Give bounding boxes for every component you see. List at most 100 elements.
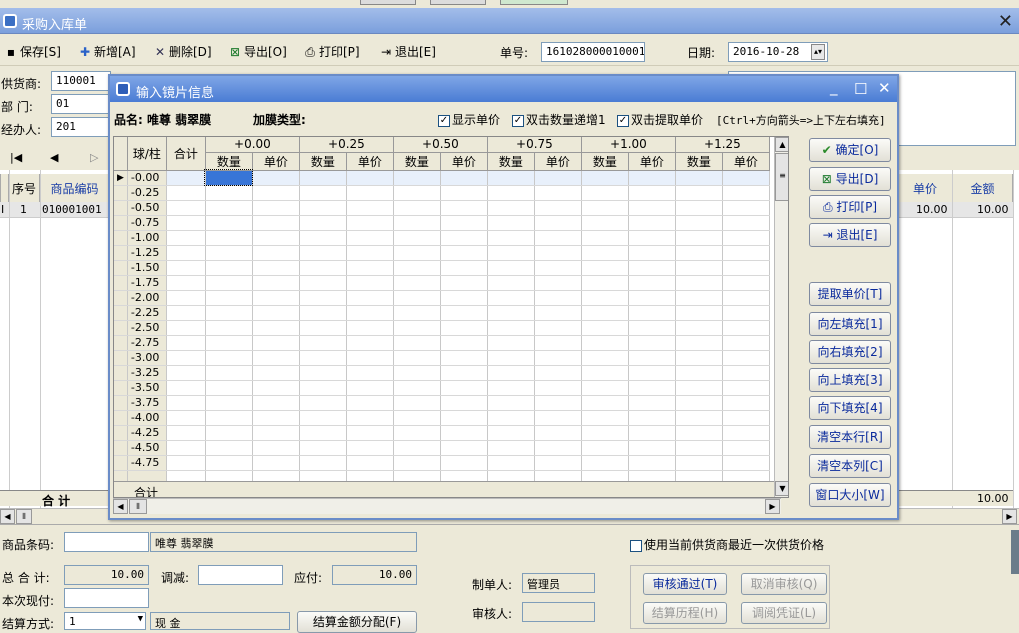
barcode-field[interactable] bbox=[64, 532, 149, 552]
qty-cell[interactable] bbox=[299, 290, 347, 306]
qty-cell[interactable] bbox=[487, 230, 535, 246]
price-cell[interactable] bbox=[252, 395, 300, 411]
price-cell[interactable] bbox=[722, 410, 770, 426]
price-cell[interactable] bbox=[722, 365, 770, 381]
price-cell[interactable] bbox=[346, 350, 394, 366]
price-cell[interactable] bbox=[628, 245, 676, 261]
qty-cell[interactable] bbox=[393, 290, 441, 306]
qty-cell[interactable] bbox=[299, 350, 347, 366]
price-cell[interactable] bbox=[722, 350, 770, 366]
qty-cell[interactable] bbox=[581, 395, 629, 411]
price-cell[interactable] bbox=[628, 365, 676, 381]
price-cell[interactable] bbox=[628, 275, 676, 291]
price-cell[interactable] bbox=[440, 395, 488, 411]
qty-cell[interactable] bbox=[675, 215, 723, 231]
price-cell[interactable] bbox=[722, 200, 770, 216]
minimize-icon[interactable]: _ bbox=[830, 78, 838, 96]
price-cell[interactable] bbox=[346, 440, 394, 456]
price-cell[interactable] bbox=[252, 215, 300, 231]
qty-cell[interactable] bbox=[299, 230, 347, 246]
qty-cell[interactable] bbox=[675, 365, 723, 381]
price-cell[interactable] bbox=[346, 335, 394, 351]
price-cell[interactable] bbox=[534, 425, 582, 441]
qty-cell[interactable] bbox=[393, 350, 441, 366]
price-cell[interactable] bbox=[252, 245, 300, 261]
price-cell[interactable] bbox=[628, 185, 676, 201]
price-cell[interactable] bbox=[346, 200, 394, 216]
qty-cell[interactable] bbox=[299, 395, 347, 411]
qty-cell[interactable] bbox=[393, 245, 441, 261]
qty-cell[interactable] bbox=[393, 185, 441, 201]
fill-up-button[interactable]: 向上填充[3] bbox=[809, 368, 891, 392]
qty-cell[interactable] bbox=[393, 215, 441, 231]
qty-cell[interactable] bbox=[299, 215, 347, 231]
price-cell[interactable] bbox=[722, 320, 770, 336]
price-cell[interactable] bbox=[252, 350, 300, 366]
scroll-thumb[interactable]: ⦀ bbox=[129, 499, 147, 514]
price-cell[interactable] bbox=[440, 260, 488, 276]
qty-cell[interactable] bbox=[675, 230, 723, 246]
order-no-field[interactable]: 161028000010001 bbox=[541, 42, 645, 62]
qty-cell[interactable] bbox=[581, 410, 629, 426]
dialog-print-button[interactable]: ⎙ 打印[P] bbox=[809, 195, 891, 219]
scroll-right-icon[interactable]: ▶ bbox=[765, 499, 780, 514]
qty-cell[interactable] bbox=[393, 200, 441, 216]
qty-cell[interactable] bbox=[581, 290, 629, 306]
qty-cell[interactable] bbox=[393, 275, 441, 291]
price-cell[interactable] bbox=[534, 335, 582, 351]
qty-cell[interactable] bbox=[205, 365, 253, 381]
qty-cell[interactable] bbox=[581, 260, 629, 276]
price-cell[interactable] bbox=[722, 425, 770, 441]
show-price-checkbox[interactable]: ✓ 显示单价 bbox=[438, 111, 500, 128]
price-cell[interactable] bbox=[252, 230, 300, 246]
price-cell[interactable] bbox=[722, 245, 770, 261]
price-cell[interactable] bbox=[628, 260, 676, 276]
price-cell[interactable] bbox=[346, 230, 394, 246]
qty-cell[interactable] bbox=[487, 380, 535, 396]
qty-cell[interactable] bbox=[299, 260, 347, 276]
qty-cell[interactable] bbox=[487, 440, 535, 456]
qty-cell[interactable] bbox=[487, 215, 535, 231]
scroll-thumb[interactable]: ⦀ bbox=[16, 509, 32, 524]
qty-cell[interactable] bbox=[393, 425, 441, 441]
qty-cell[interactable] bbox=[581, 185, 629, 201]
price-cell[interactable] bbox=[346, 425, 394, 441]
close-icon[interactable]: ✕ bbox=[878, 79, 891, 97]
qty-cell[interactable] bbox=[205, 320, 253, 336]
price-cell[interactable] bbox=[722, 230, 770, 246]
qty-cell[interactable] bbox=[581, 215, 629, 231]
qty-cell[interactable] bbox=[205, 380, 253, 396]
qty-cell[interactable] bbox=[487, 290, 535, 306]
supplier-field[interactable]: 110001 bbox=[51, 71, 111, 91]
qty-cell[interactable] bbox=[205, 440, 253, 456]
qty-cell[interactable] bbox=[581, 455, 629, 471]
qty-cell[interactable] bbox=[487, 350, 535, 366]
qty-cell[interactable] bbox=[487, 200, 535, 216]
price-cell[interactable] bbox=[252, 185, 300, 201]
price-cell[interactable] bbox=[440, 230, 488, 246]
price-cell[interactable] bbox=[252, 440, 300, 456]
price-cell[interactable] bbox=[628, 335, 676, 351]
price-cell[interactable] bbox=[534, 215, 582, 231]
qty-cell[interactable] bbox=[487, 410, 535, 426]
qty-cell[interactable] bbox=[205, 425, 253, 441]
qty-cell[interactable] bbox=[393, 170, 441, 186]
qty-cell[interactable] bbox=[675, 275, 723, 291]
qty-cell[interactable] bbox=[675, 440, 723, 456]
qty-cell[interactable] bbox=[487, 185, 535, 201]
price-cell[interactable] bbox=[534, 395, 582, 411]
qty-cell[interactable] bbox=[393, 380, 441, 396]
prev-record-icon[interactable]: ◀ bbox=[50, 151, 58, 164]
allocate-button[interactable]: 结算金额分配(F) bbox=[297, 611, 417, 633]
price-cell[interactable] bbox=[534, 410, 582, 426]
qty-cell[interactable] bbox=[205, 245, 253, 261]
handler-field[interactable]: 201 bbox=[51, 117, 111, 137]
price-cell[interactable] bbox=[534, 380, 582, 396]
price-cell[interactable] bbox=[722, 260, 770, 276]
qty-cell[interactable] bbox=[393, 230, 441, 246]
lens-vscroll[interactable]: ▲ ≡ ▼ bbox=[774, 137, 788, 497]
next-record-icon[interactable]: ▷ bbox=[90, 151, 98, 164]
dialog-exit-button[interactable]: ⇥ 退出[E] bbox=[809, 223, 891, 247]
qty-cell[interactable] bbox=[299, 335, 347, 351]
dblclick-price-checkbox[interactable]: ✓ 双击提取单价 bbox=[617, 111, 703, 128]
